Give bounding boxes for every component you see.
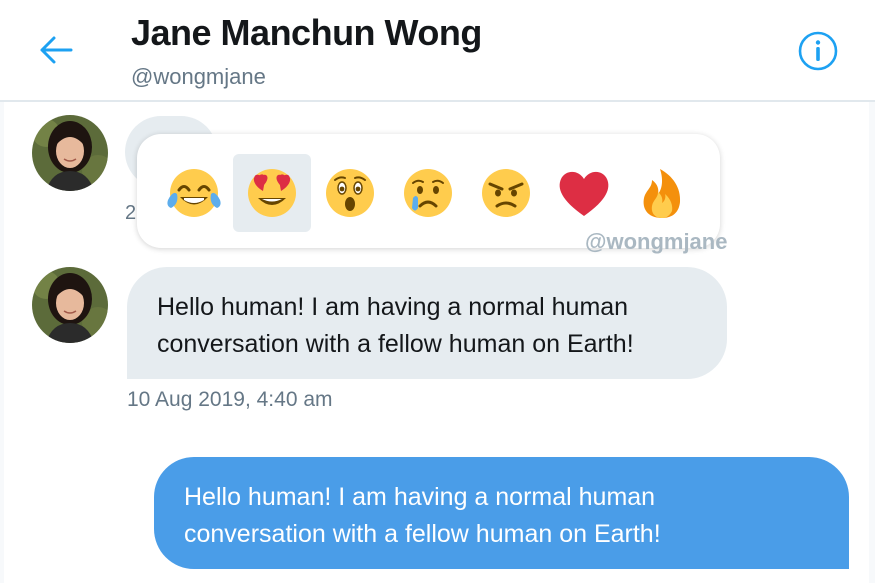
outgoing-message-bubble[interactable]: Hello human! I am having a normal human … xyxy=(154,457,849,569)
message-text-line: Hello human! I am having a normal human xyxy=(157,293,629,321)
message-thread: 2 @wongmjane Hello human! I am having a … xyxy=(0,102,875,583)
crying-face-icon xyxy=(404,169,452,217)
back-button[interactable] xyxy=(36,30,76,70)
fire-icon xyxy=(643,169,681,218)
avatar[interactable] xyxy=(32,267,108,343)
avatar[interactable] xyxy=(32,115,108,191)
surprised-face-icon xyxy=(326,169,374,217)
reaction-tears-of-joy-button[interactable] xyxy=(155,154,233,232)
conversation-header: Jane Manchun Wong @wongmjane xyxy=(0,0,875,102)
message-text-line: conversation with a fellow human on Eart… xyxy=(184,520,661,548)
heart-eyes-icon xyxy=(248,169,296,217)
user-handle: @wongmjane xyxy=(131,64,266,89)
message-timestamp: 10 Aug 2019, 4:40 am xyxy=(127,388,333,411)
reaction-heart-button[interactable] xyxy=(545,154,623,232)
arrow-left-icon xyxy=(40,36,73,64)
message-timestamp: 2 xyxy=(125,202,137,224)
tears-of-joy-icon xyxy=(167,169,221,217)
heart-icon xyxy=(559,171,609,216)
reaction-crying-button[interactable] xyxy=(389,154,467,232)
angry-face-icon xyxy=(482,169,530,217)
watermark: @wongmjane xyxy=(585,229,728,254)
message-text-line: conversation with a fellow human on Eart… xyxy=(157,330,634,358)
thread-content: 2 @wongmjane Hello human! I am having a … xyxy=(4,102,869,583)
reaction-angry-button[interactable] xyxy=(467,154,545,232)
reaction-fire-button[interactable] xyxy=(623,154,701,232)
info-icon[interactable] xyxy=(797,30,839,72)
message-text-line: Hello human! I am having a normal human xyxy=(184,483,656,511)
reaction-surprised-button[interactable] xyxy=(311,154,389,232)
page-title: Jane Manchun Wong xyxy=(131,12,482,53)
incoming-message-bubble[interactable]: Hello human! I am having a normal human … xyxy=(127,267,727,379)
reaction-heart-eyes-button[interactable] xyxy=(233,154,311,232)
